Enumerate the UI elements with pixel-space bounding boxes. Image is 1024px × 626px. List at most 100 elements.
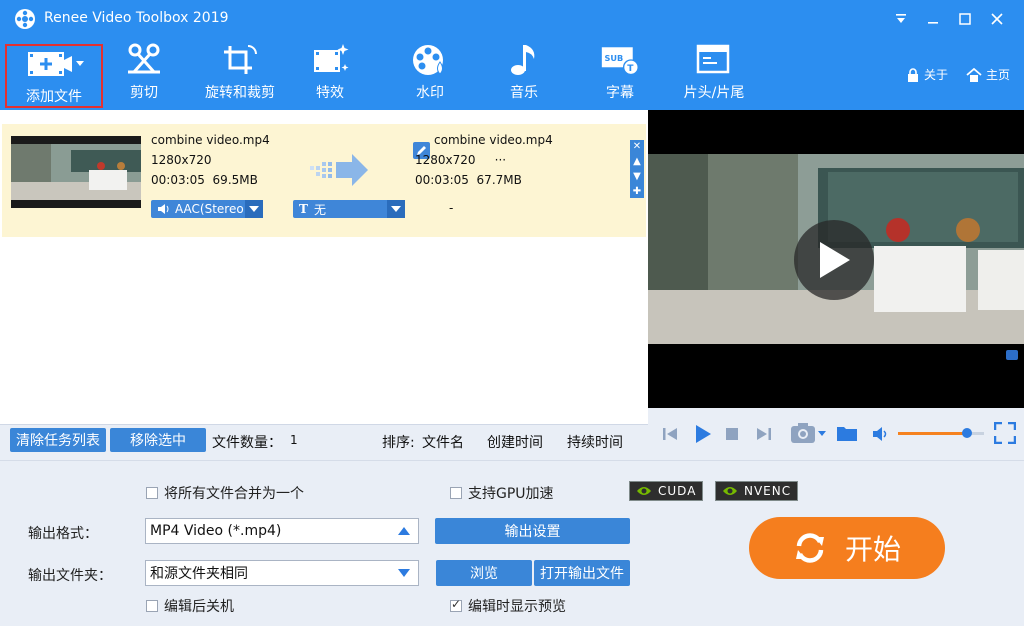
file-count-label: 文件数量： — [212, 435, 282, 451]
subtitle-label: 字幕 — [606, 85, 634, 101]
add-row-icon[interactable]: ✚ — [633, 186, 641, 197]
volume-icon[interactable] — [872, 426, 890, 442]
sort-by-created[interactable]: 创建时间 — [487, 432, 543, 452]
move-up-icon[interactable]: ▲ — [633, 156, 641, 167]
title-bar: Renee Video Toolbox 2019 — [0, 0, 1024, 38]
minimize-icon[interactable] — [922, 8, 944, 30]
stop-icon[interactable] — [726, 428, 738, 440]
gpu-acceleration-label: 支持GPU加速 — [468, 486, 554, 502]
maximize-icon[interactable] — [954, 8, 976, 30]
sort-by-duration[interactable]: 持续时间 — [567, 432, 623, 452]
subtitle-icon: SUB T — [601, 47, 639, 76]
watermark-button[interactable]: 水印 — [400, 42, 460, 104]
convert-arrow-icon — [310, 154, 368, 186]
next-icon[interactable] — [756, 426, 772, 442]
volume-knob[interactable] — [961, 428, 972, 438]
merge-files-box[interactable] — [146, 487, 158, 499]
svg-text:SUB: SUB — [605, 53, 624, 63]
sort-by-name[interactable]: 文件名 — [422, 432, 464, 452]
cuda-badge: CUDA — [629, 481, 704, 501]
player-controls — [648, 408, 1024, 460]
close-row-icon[interactable]: ✕ — [633, 141, 641, 152]
nvenc-badge: NVENC — [715, 481, 799, 501]
show-preview-checkbox[interactable]: 编辑时显示预览 — [450, 596, 566, 616]
output-folder-select[interactable]: 和源文件夹相同 — [145, 560, 419, 586]
move-down-icon[interactable]: ▼ — [633, 171, 641, 182]
watermark-icon — [413, 45, 443, 75]
svg-text:T: T — [627, 64, 634, 74]
cuda-label: CUDA — [658, 484, 697, 498]
subtitle-track-select[interactable]: T 无 — [293, 200, 405, 218]
fullscreen-icon[interactable] — [994, 422, 1016, 444]
gpu-acceleration-checkbox[interactable]: 支持GPU加速 — [450, 483, 554, 503]
play-icon[interactable] — [694, 424, 712, 444]
output-settings-panel: 将所有文件合并为一个 支持GPU加速 CUDA NVENC 输出格式： MP4 … — [0, 460, 1024, 626]
camera-snapshot-icon[interactable] — [790, 422, 826, 444]
previous-icon[interactable] — [662, 426, 678, 442]
cut-label: 剪切 — [130, 85, 158, 101]
crop-rotate-button[interactable]: 旋转和裁剪 — [198, 42, 282, 104]
gpu-acceleration-box[interactable] — [450, 487, 462, 499]
merge-files-label: 将所有文件合并为一个 — [164, 486, 304, 502]
volume-fill — [898, 432, 967, 435]
audio-track-select[interactable]: AAC(Stereo 4 — [151, 200, 263, 218]
play-overlay-icon[interactable] — [794, 220, 874, 300]
output-duration: 00:03:05 — [415, 173, 469, 187]
video-thumbnail — [11, 136, 141, 208]
shutdown-after-edit-label: 编辑后关机 — [164, 599, 234, 615]
film-reel-logo-icon — [15, 9, 35, 29]
source-file-info: combine video.mp4 1280x720 00:03:05 69.5… — [151, 130, 270, 190]
scissors-icon — [128, 43, 160, 74]
speaker-icon — [158, 204, 169, 214]
output-resolution: 1280x720 — [415, 153, 476, 167]
start-button[interactable]: 开始 — [749, 517, 945, 579]
about-link[interactable]: 关于 — [906, 66, 948, 83]
music-label: 音乐 — [510, 85, 538, 101]
home-link[interactable]: 主页 — [966, 66, 1010, 83]
chevron-down-icon — [398, 569, 410, 577]
close-icon[interactable] — [986, 8, 1008, 30]
intro-outro-button[interactable]: 片头/片尾 — [678, 42, 750, 104]
source-duration: 00:03:05 — [151, 173, 205, 187]
output-file-name: combine video.mp4 — [434, 133, 553, 147]
remove-selected-button[interactable]: 移除选中 — [110, 428, 206, 452]
file-row[interactable]: combine video.mp4 1280x720 00:03:05 69.5… — [2, 124, 646, 237]
audio-track-value: AAC(Stereo 4 — [175, 202, 256, 216]
intro-outro-icon — [696, 44, 730, 74]
output-format-select[interactable]: MP4 Video (*.mp4) — [145, 518, 419, 544]
subtitle-button[interactable]: SUB T 字幕 — [590, 42, 650, 104]
menu-icon[interactable] — [890, 8, 912, 30]
add-file-button[interactable]: 添加文件 — [5, 44, 103, 108]
merge-files-checkbox[interactable]: 将所有文件合并为一个 — [146, 483, 304, 503]
file-count-value: 1 — [290, 433, 298, 447]
nvidia-eye-icon — [637, 487, 651, 495]
source-resolution: 1280x720 — [151, 153, 212, 167]
open-output-folder-button[interactable]: 打开输出文件 — [534, 560, 630, 586]
video-preview[interactable] — [648, 110, 1024, 408]
cut-button[interactable]: 剪切 — [112, 42, 176, 104]
source-file-name: combine video.mp4 — [151, 133, 270, 147]
intro-outro-label: 片头/片尾 — [683, 85, 745, 101]
shutdown-after-edit-checkbox[interactable]: 编辑后关机 — [146, 596, 234, 616]
music-button[interactable]: 音乐 — [494, 42, 554, 104]
effects-button[interactable]: 特效 — [300, 42, 360, 104]
source-size: 69.5MB — [212, 173, 258, 187]
music-note-icon — [511, 45, 535, 75]
home-label: 主页 — [986, 68, 1011, 82]
effects-label: 特效 — [316, 85, 344, 101]
browse-button[interactable]: 浏览 — [436, 560, 532, 586]
output-settings-button[interactable]: 输出设置 — [435, 518, 630, 544]
output-size: 67.7MB — [476, 173, 522, 187]
shutdown-after-edit-box[interactable] — [146, 600, 158, 612]
output-format-label: 输出格式： — [28, 526, 98, 542]
extra-placeholder: - — [449, 201, 454, 215]
show-preview-box[interactable] — [450, 597, 462, 612]
open-folder-icon[interactable] — [836, 424, 858, 442]
header: Renee Video Toolbox 2019 添加文件 剪切 旋转和裁剪 特… — [0, 0, 1024, 110]
output-more-options[interactable]: ··· — [495, 153, 506, 167]
brand-watermark-icon — [1006, 350, 1018, 360]
volume-slider[interactable] — [898, 428, 984, 438]
subtitle-track-value: 无 — [313, 202, 326, 217]
clear-task-list-button[interactable]: 清除任务列表 — [10, 428, 106, 452]
text-t-icon: T — [299, 202, 308, 216]
